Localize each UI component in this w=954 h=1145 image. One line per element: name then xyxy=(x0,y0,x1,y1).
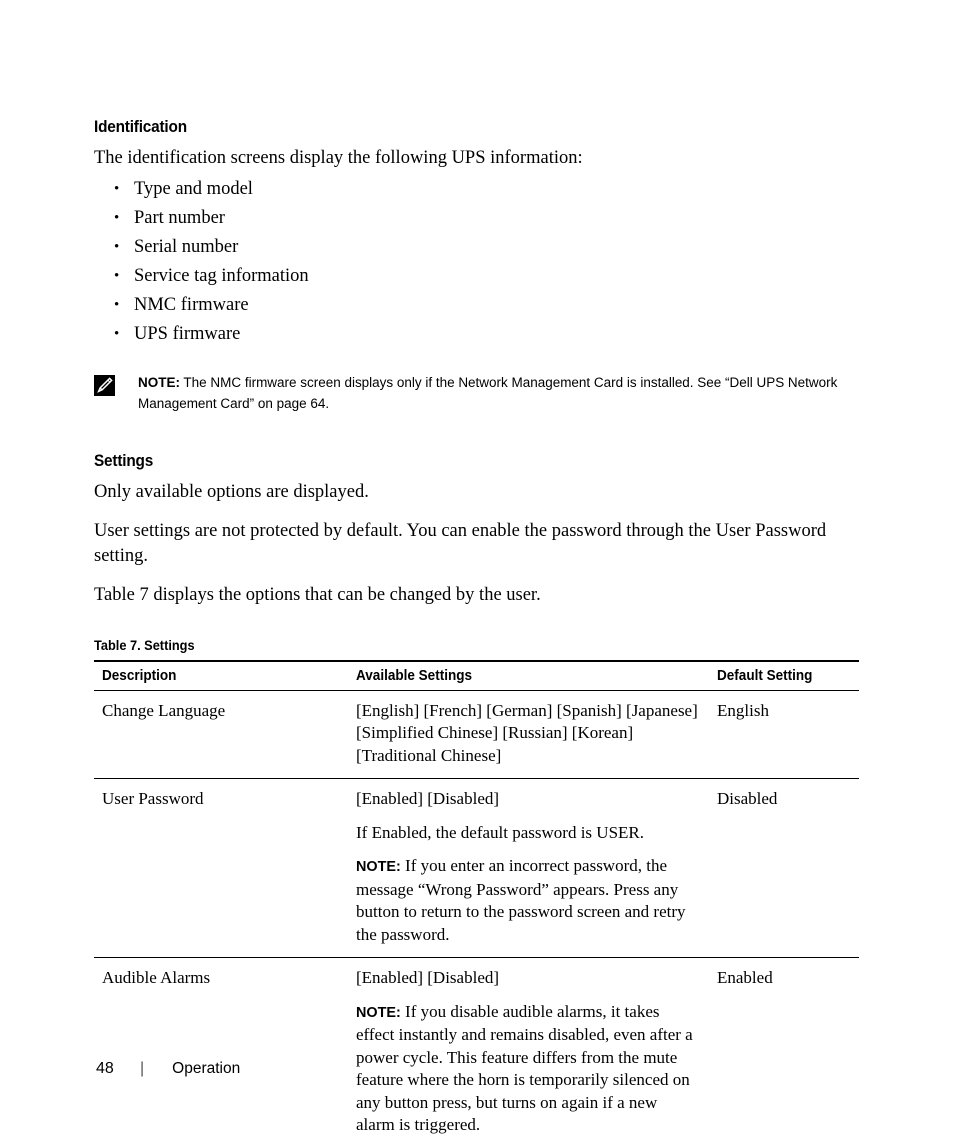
cell-available-settings: [Enabled] [Disabled] NOTE: If you disabl… xyxy=(348,957,709,1145)
available-option-list: [English] [French] [German] [Spanish] [J… xyxy=(356,700,698,765)
available-detail: If Enabled, the default password is USER… xyxy=(356,822,644,842)
list-item-label: NMC firmware xyxy=(134,294,249,315)
cell-default-setting: English xyxy=(709,690,859,779)
list-item-label: Service tag information xyxy=(134,265,309,286)
cell-description: Change Language xyxy=(94,690,348,779)
note-body: If you disable audible alarms, it takes … xyxy=(356,1001,693,1135)
bullet-icon: • xyxy=(114,209,120,226)
footer-separator: | xyxy=(140,1060,145,1077)
bullet-icon: • xyxy=(114,267,120,284)
cell-note: NOTE: If you enter an incorrect password… xyxy=(356,855,699,946)
cell-note: NOTE: If you disable audible alarms, it … xyxy=(356,1001,699,1137)
list-item: • NMC firmware xyxy=(94,291,860,320)
settings-paragraph-3: Table 7 displays the options that can be… xyxy=(94,585,541,605)
cell-available-settings: [English] [French] [German] [Spanish] [J… xyxy=(348,690,709,779)
settings-paragraph-1: Only available options are displayed. xyxy=(94,481,369,502)
page-content: Identification The identification screen… xyxy=(94,118,860,1145)
heading-settings: Settings xyxy=(94,451,154,470)
table-row: Audible Alarms [Enabled] [Disabled] NOTE… xyxy=(94,957,859,1145)
cell-default-setting: Disabled xyxy=(709,778,859,958)
page-footer: 48 | Operation xyxy=(96,1060,240,1078)
note-label: NOTE: xyxy=(356,859,401,875)
column-header-available-settings: Available Settings xyxy=(348,659,709,691)
footer-chapter-name: Operation xyxy=(172,1060,241,1077)
available-option-list: [Enabled] [Disabled] xyxy=(356,789,500,808)
list-item-label: UPS firmware xyxy=(134,323,241,344)
list-item: • UPS firmware xyxy=(94,320,860,349)
list-item: • Type and model xyxy=(94,175,860,204)
heading-identification: Identification xyxy=(94,118,187,136)
bullet-icon: • xyxy=(114,325,120,342)
cell-description: User Password xyxy=(94,778,348,958)
document-page: Identification The identification screen… xyxy=(0,0,954,1145)
note-text: NOTE: The NMC firmware screen displays o… xyxy=(138,373,858,416)
cell-default-setting: Enabled xyxy=(709,957,859,1145)
settings-paragraph-2: User settings are not protected by defau… xyxy=(94,521,827,566)
column-header-description: Description xyxy=(94,659,348,691)
list-item: • Part number xyxy=(94,204,860,233)
note-callout-identification: NOTE: The NMC firmware screen displays o… xyxy=(94,373,860,416)
cell-description: Audible Alarms xyxy=(94,957,348,1145)
note-body: The NMC firmware screen displays only if… xyxy=(138,374,838,413)
table-row: User Password [Enabled] [Disabled] If En… xyxy=(94,778,859,958)
identification-bullet-list: • Type and model • Part number • Serial … xyxy=(94,175,860,349)
bullet-icon: • xyxy=(114,238,120,255)
list-item-label: Serial number xyxy=(134,236,239,257)
list-item: • Service tag information xyxy=(94,262,860,291)
note-label: NOTE: xyxy=(356,1004,401,1021)
list-item: • Serial number xyxy=(94,233,860,262)
identification-intro: The identification screens display the f… xyxy=(94,148,583,168)
note-label: NOTE: xyxy=(138,374,180,391)
table-header-row: Description Available Settings Default S… xyxy=(94,659,859,691)
column-header-default-setting: Default Setting xyxy=(709,659,859,691)
cell-available-settings: [Enabled] [Disabled] If Enabled, the def… xyxy=(348,778,709,958)
bullet-icon: • xyxy=(114,296,120,313)
table-caption: Table 7. Settings xyxy=(94,637,195,653)
available-option-list: [Enabled] [Disabled] xyxy=(356,968,500,987)
list-item-label: Type and model xyxy=(134,178,253,199)
note-pencil-icon xyxy=(94,374,115,396)
page-number: 48 xyxy=(96,1060,114,1077)
note-body: If you enter an incorrect password, the … xyxy=(356,856,686,944)
table-row: Change Language [English] [French] [Germ… xyxy=(94,690,859,779)
bullet-icon: • xyxy=(114,180,120,197)
list-item-label: Part number xyxy=(134,207,225,228)
